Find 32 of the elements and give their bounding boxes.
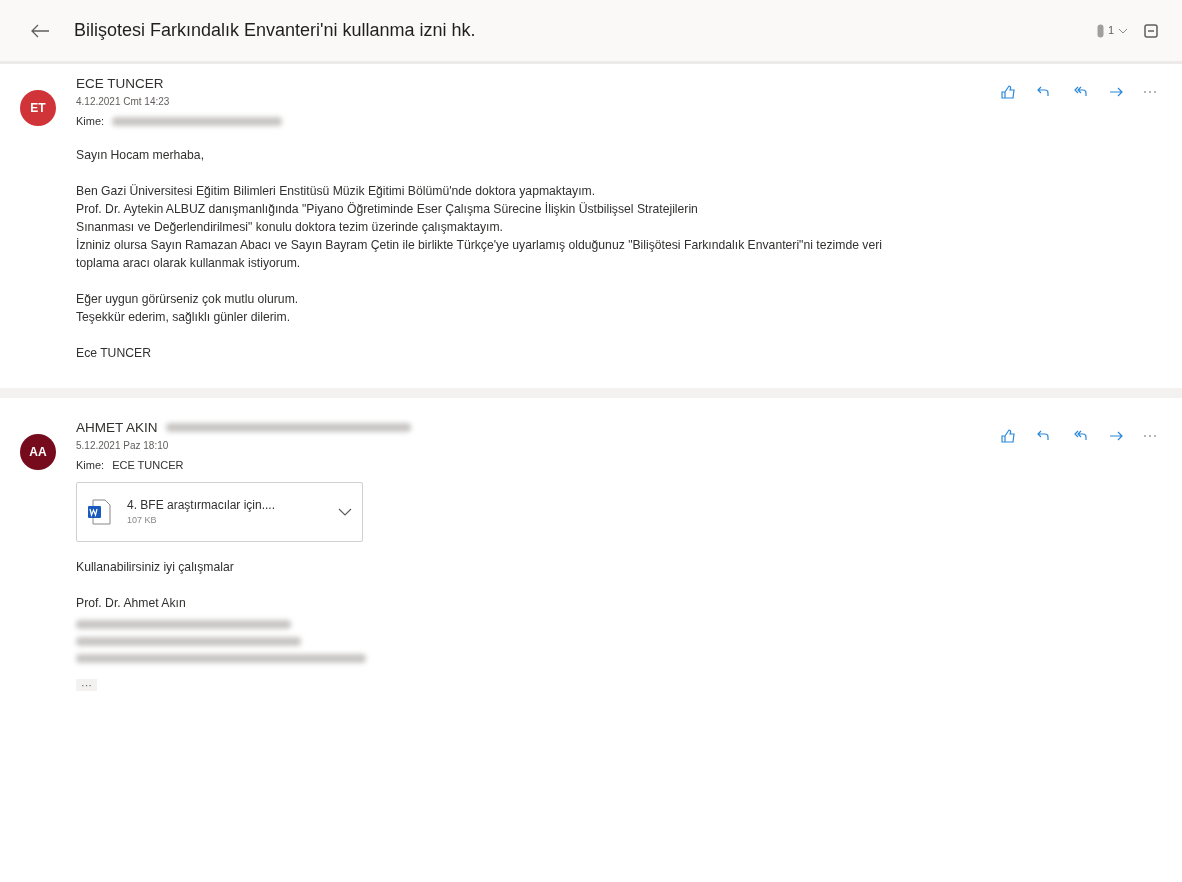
show-more-button[interactable]: ···: [76, 678, 97, 691]
message-date: 4.12.2021 Cmt 14:23: [76, 95, 171, 110]
collapse-button[interactable]: [1144, 23, 1158, 38]
message-date: 5.12.2021 Paz 18:10: [76, 439, 170, 453]
attachment-size: 107 KB: [127, 513, 158, 527]
back-button[interactable]: [30, 23, 50, 38]
body-paragraph: Ben Gazi Üniversitesi Eğitim Bilimleri Enstitüsü Müzik Eğitimi Bölümü'nde doktora yapmaktayım. Prof. Dr. Aytekin ALBUZ danışmanlığında "Piyano Öğretiminde Eser Çalışma Sürecine İlişkin Üstbilişsel Stratejilerin Sınanması ve Değerlendirilmesi" konulu doktora tezim üzerinde çalışmaktayım. İzniniz olursa Sayın Ramazan Abacı ve Sayın Bayram Çetin ile birlikte Türkçe'ye uyarlamış olduğunuz "Bilişötesi Farkındalık Envanteri"ni tezimde veri toplama aracı olarak kullanmak istiyorum.: [76, 182, 883, 272]
caret-icon: [1118, 27, 1128, 34]
like-icon: [1000, 84, 1016, 100]
attachment-card[interactable]: 4. BFE araştırmacılar için.... 107 KB: [76, 481, 363, 542]
recipient-name: ECE TUNCER: [112, 458, 184, 473]
back-arrow-icon: [30, 23, 50, 38]
word-document-icon: [87, 498, 111, 525]
body-paragraph: Eğer uygun görürseniz çok mutlu olurum. Teşekkür ederim, sağlıklı günler dilerim.: [76, 290, 300, 326]
sender-name: AHMET AKIN: [76, 418, 158, 437]
body-paragraph: Ece TUNCER: [76, 344, 152, 362]
attachment-count-button[interactable]: 1: [1096, 22, 1128, 39]
like-icon: [1000, 427, 1016, 444]
sender-avatar: AA: [20, 433, 56, 470]
sender-avatar: ET: [20, 90, 56, 126]
recipient-label: Kime:: [76, 458, 105, 473]
collapse-icon: [1144, 23, 1158, 38]
recipient-label: Kime:: [76, 114, 105, 130]
attachment-name: 4. BFE araştırmacılar için....: [127, 496, 277, 514]
paperclip-icon: [1096, 23, 1104, 38]
body-paragraph: Sayın Hocam merhaba,: [76, 146, 206, 164]
subject-title: Bilişotesi Farkındalık Envanteri'ni kullanma izni hk.: [74, 19, 477, 42]
sender-name: ECE TUNCER: [76, 75, 164, 93]
more-icon: [1144, 434, 1156, 437]
chevron-down-icon: [338, 507, 352, 516]
body-paragraph: Prof. Dr. Ahmet Akın: [76, 594, 187, 612]
body-paragraph: Kullanabilirsiniz iyi çalışmalar: [76, 558, 235, 576]
